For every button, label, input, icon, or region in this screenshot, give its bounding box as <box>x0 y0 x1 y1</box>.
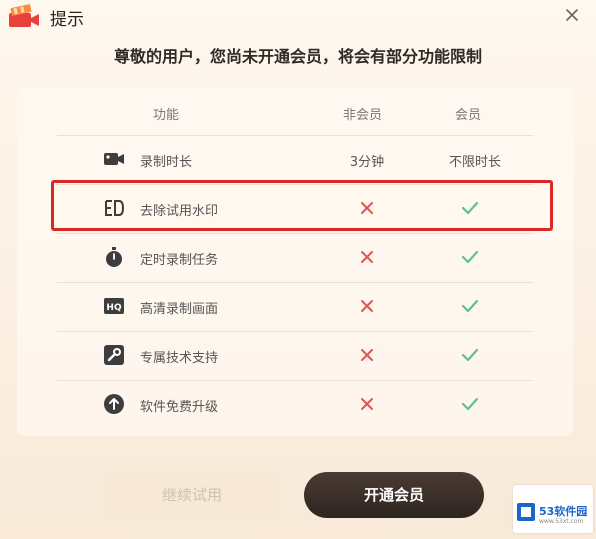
window-title: 提示 <box>50 10 84 30</box>
watermark-text: 53软件园 <box>539 505 588 518</box>
feature-label: 高清录制画面 <box>140 302 219 317</box>
svg-text:HQ: HQ <box>106 303 122 313</box>
become-member-button[interactable]: 开通会员 <box>304 472 484 518</box>
cross-icon <box>361 398 373 410</box>
feature-comparison-table: 功能 非会员 会员 录制时长 3分钟 不限时长 去除试用水印 定时录制任务 HQ… <box>17 88 573 436</box>
video-camera-icon <box>104 153 124 165</box>
table-row: 录制时长 3分钟 不限时长 <box>17 136 573 184</box>
continue-trial-button[interactable]: 继续试用 <box>104 472 280 518</box>
check-icon <box>461 250 479 264</box>
timer-icon <box>106 247 122 267</box>
notice-headline: 尊敬的用户，您尚未开通会员，将会有部分功能限制 <box>113 47 482 66</box>
feature-label: 定时录制任务 <box>140 253 219 268</box>
wrench-icon <box>104 345 124 365</box>
cross-icon <box>361 300 373 312</box>
cross-icon <box>361 202 373 214</box>
header-feature: 功能 <box>153 108 180 123</box>
check-icon <box>461 201 479 215</box>
title-bar: 提示 <box>0 0 596 32</box>
video-camera-app-icon <box>9 4 39 27</box>
cross-icon <box>361 251 373 263</box>
close-icon[interactable] <box>562 5 582 25</box>
site-watermark: 53软件园 www.53xt.com <box>513 485 593 533</box>
table-row: 定时录制任务 <box>17 234 573 282</box>
member-value: 不限时长 <box>448 155 501 170</box>
table-header: 功能 非会员 会员 <box>17 88 573 136</box>
check-icon <box>461 397 479 411</box>
header-member: 会员 <box>455 108 482 123</box>
feature-label: 专属技术支持 <box>140 351 219 366</box>
feature-label: 去除试用水印 <box>140 204 219 219</box>
check-icon <box>461 348 479 362</box>
table-row: 去除试用水印 <box>17 185 573 233</box>
header-non-member: 非会员 <box>343 108 383 123</box>
table-row: 专属技术支持 <box>17 332 573 380</box>
watermark-url: www.53xt.com <box>539 518 584 525</box>
check-icon <box>461 299 479 313</box>
table-row: 软件免费升级 <box>17 381 573 429</box>
watermark-icon <box>105 200 125 216</box>
non-member-value: 3分钟 <box>349 155 385 170</box>
watermark-logo-icon <box>517 503 535 521</box>
hq-icon: HQ <box>104 298 124 314</box>
upgrade-icon <box>104 394 124 414</box>
table-row: HQ 高清录制画面 <box>17 283 573 331</box>
cross-icon <box>361 349 373 361</box>
feature-label: 软件免费升级 <box>140 400 219 415</box>
feature-label: 录制时长 <box>140 155 193 170</box>
